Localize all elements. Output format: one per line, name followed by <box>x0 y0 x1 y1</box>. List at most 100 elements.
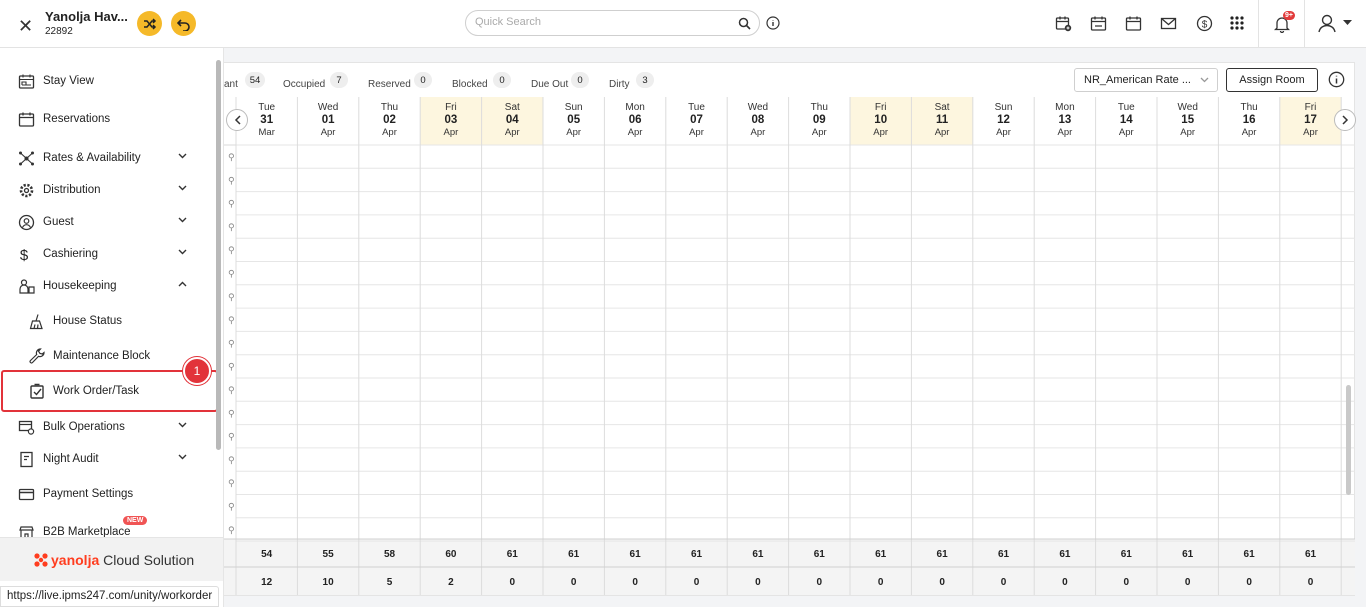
availability-count: 61 <box>1244 549 1256 560</box>
room-status-icon[interactable]: ⚲ <box>228 153 235 163</box>
stat-due-out-count[interactable]: 0 <box>571 72 589 88</box>
close-icon[interactable]: ✕ <box>18 16 33 37</box>
room-status-icon[interactable]: ⚲ <box>228 293 235 303</box>
sold-count: 0 <box>755 577 761 588</box>
calendar-grid[interactable]: ⚲⚲⚲⚲⚲⚲⚲⚲⚲⚲⚲⚲⚲⚲⚲⚲⚲Tue31Mar5412Wed01Apr551… <box>224 97 1355 597</box>
sidebar-item-house-status[interactable]: House Status <box>0 306 215 336</box>
undo-button[interactable] <box>171 11 196 36</box>
broom-icon <box>29 314 43 330</box>
main-scrollbar[interactable] <box>1346 385 1351 495</box>
day-of-week: Tue <box>258 102 275 113</box>
day-date[interactable]: 16 <box>1243 114 1256 126</box>
rate-plan-select[interactable]: NR_American Rate ... <box>1074 68 1218 92</box>
chevron-up-icon <box>178 281 187 287</box>
room-status-icon[interactable]: ⚲ <box>228 503 235 513</box>
day-date[interactable]: 09 <box>813 114 826 126</box>
wrench-icon <box>29 348 45 364</box>
room-status-icon[interactable]: ⚲ <box>228 270 235 280</box>
day-date[interactable]: 31 <box>260 114 273 126</box>
calendar-icon[interactable] <box>1125 15 1142 32</box>
chevron-down-icon[interactable] <box>1343 20 1352 26</box>
room-status-icon[interactable]: ⚲ <box>228 479 235 489</box>
room-status-icon[interactable]: ⚲ <box>228 316 235 326</box>
search-input[interactable] <box>475 16 725 28</box>
sold-count: 0 <box>939 577 945 588</box>
room-status-icon[interactable]: ⚲ <box>228 409 235 419</box>
sidebar-item-bulk-operations[interactable]: Bulk Operations <box>0 412 215 442</box>
sidebar-item-distribution[interactable]: Distribution <box>0 175 215 205</box>
info-icon[interactable] <box>1328 71 1345 88</box>
room-status-icon[interactable]: ⚲ <box>228 456 235 466</box>
sidebar-item-payment-settings[interactable]: Payment Settings <box>0 479 215 509</box>
day-date[interactable]: 06 <box>629 114 642 126</box>
assign-room-button[interactable]: Assign Room <box>1226 68 1318 92</box>
stat-reserved-count[interactable]: 0 <box>414 72 432 88</box>
room-status-icon[interactable]: ⚲ <box>228 200 235 210</box>
stat-occupied-count[interactable]: 7 <box>330 72 348 88</box>
stat-vacant-count[interactable]: 54 <box>245 72 265 88</box>
sidebar-item-guest[interactable]: Guest <box>0 207 215 237</box>
svg-text:$: $ <box>20 247 29 263</box>
day-of-week: Wed <box>318 102 338 113</box>
sidebar-item-rates-availability[interactable]: Rates & Availability <box>0 143 215 173</box>
chevron-down-icon <box>178 422 187 428</box>
day-date[interactable]: 11 <box>936 114 949 126</box>
day-of-week: Wed <box>1178 102 1198 113</box>
dollar-circle-icon[interactable]: $ <box>1196 15 1213 32</box>
user-icon[interactable] <box>1317 13 1337 33</box>
mail-icon[interactable] <box>1160 15 1177 32</box>
room-status-icon[interactable]: ⚲ <box>228 176 235 186</box>
hotel-name[interactable]: Yanolja Hav... <box>45 9 128 24</box>
day-date[interactable]: 07 <box>690 114 703 126</box>
stat-dirty-count[interactable]: 3 <box>636 72 654 88</box>
day-date[interactable]: 12 <box>997 114 1010 126</box>
availability-count: 61 <box>937 549 949 560</box>
day-month: Apr <box>505 127 520 138</box>
room-status-icon[interactable]: ⚲ <box>228 386 235 396</box>
day-date[interactable]: 05 <box>567 114 580 126</box>
day-of-week: Sun <box>565 102 583 113</box>
day-date[interactable]: 15 <box>1181 114 1194 126</box>
day-date[interactable]: 10 <box>874 114 887 126</box>
calendar-add-icon[interactable] <box>1055 15 1072 32</box>
day-month: Apr <box>1180 127 1195 138</box>
sidebar-item-night-audit[interactable]: Night Audit <box>0 444 215 474</box>
calendar-check-icon[interactable] <box>1090 15 1107 32</box>
sidebar-item-housekeeping[interactable]: Housekeeping <box>0 271 215 301</box>
day-date[interactable]: 08 <box>752 114 765 126</box>
switch-property-button[interactable] <box>137 11 162 36</box>
day-date[interactable]: 17 <box>1304 114 1317 126</box>
housekeeping-icon <box>19 279 35 294</box>
room-status-icon[interactable]: ⚲ <box>228 363 235 373</box>
day-of-week: Fri <box>1305 102 1317 113</box>
sidebar-scrollbar[interactable] <box>216 60 221 450</box>
stat-vacant-label: ant <box>224 79 238 90</box>
day-date[interactable]: 13 <box>1059 114 1072 126</box>
next-dates-button[interactable] <box>1334 109 1356 131</box>
info-icon[interactable] <box>766 16 780 30</box>
room-status-icon[interactable]: ⚲ <box>228 246 235 256</box>
day-date[interactable]: 03 <box>445 114 458 126</box>
stat-blocked-count[interactable]: 0 <box>493 72 511 88</box>
availability-count: 61 <box>875 549 887 560</box>
room-status-icon[interactable]: ⚲ <box>228 526 235 536</box>
apps-grid-icon[interactable] <box>1229 15 1245 31</box>
stat-reserved-label: Reserved <box>368 79 411 90</box>
sidebar-item-reservations[interactable]: Reservations <box>0 104 215 134</box>
chevron-down-icon <box>1200 77 1209 83</box>
chevron-down-icon <box>178 249 187 255</box>
prev-dates-button[interactable] <box>226 109 248 131</box>
day-month: Apr <box>1058 127 1073 138</box>
day-date[interactable]: 14 <box>1120 114 1133 126</box>
room-status-icon[interactable]: ⚲ <box>228 433 235 443</box>
sidebar-item-cashiering[interactable]: $ Cashiering <box>0 239 215 269</box>
day-month: Apr <box>321 127 336 138</box>
sidebar-item-stay-view[interactable]: Stay View <box>0 66 215 96</box>
day-date[interactable]: 04 <box>506 114 519 126</box>
search-icon[interactable] <box>738 17 751 30</box>
day-date[interactable]: 02 <box>383 114 396 126</box>
day-date[interactable]: 01 <box>322 114 335 126</box>
availability-count: 61 <box>1305 549 1317 560</box>
room-status-icon[interactable]: ⚲ <box>228 223 235 233</box>
room-status-icon[interactable]: ⚲ <box>228 339 235 349</box>
